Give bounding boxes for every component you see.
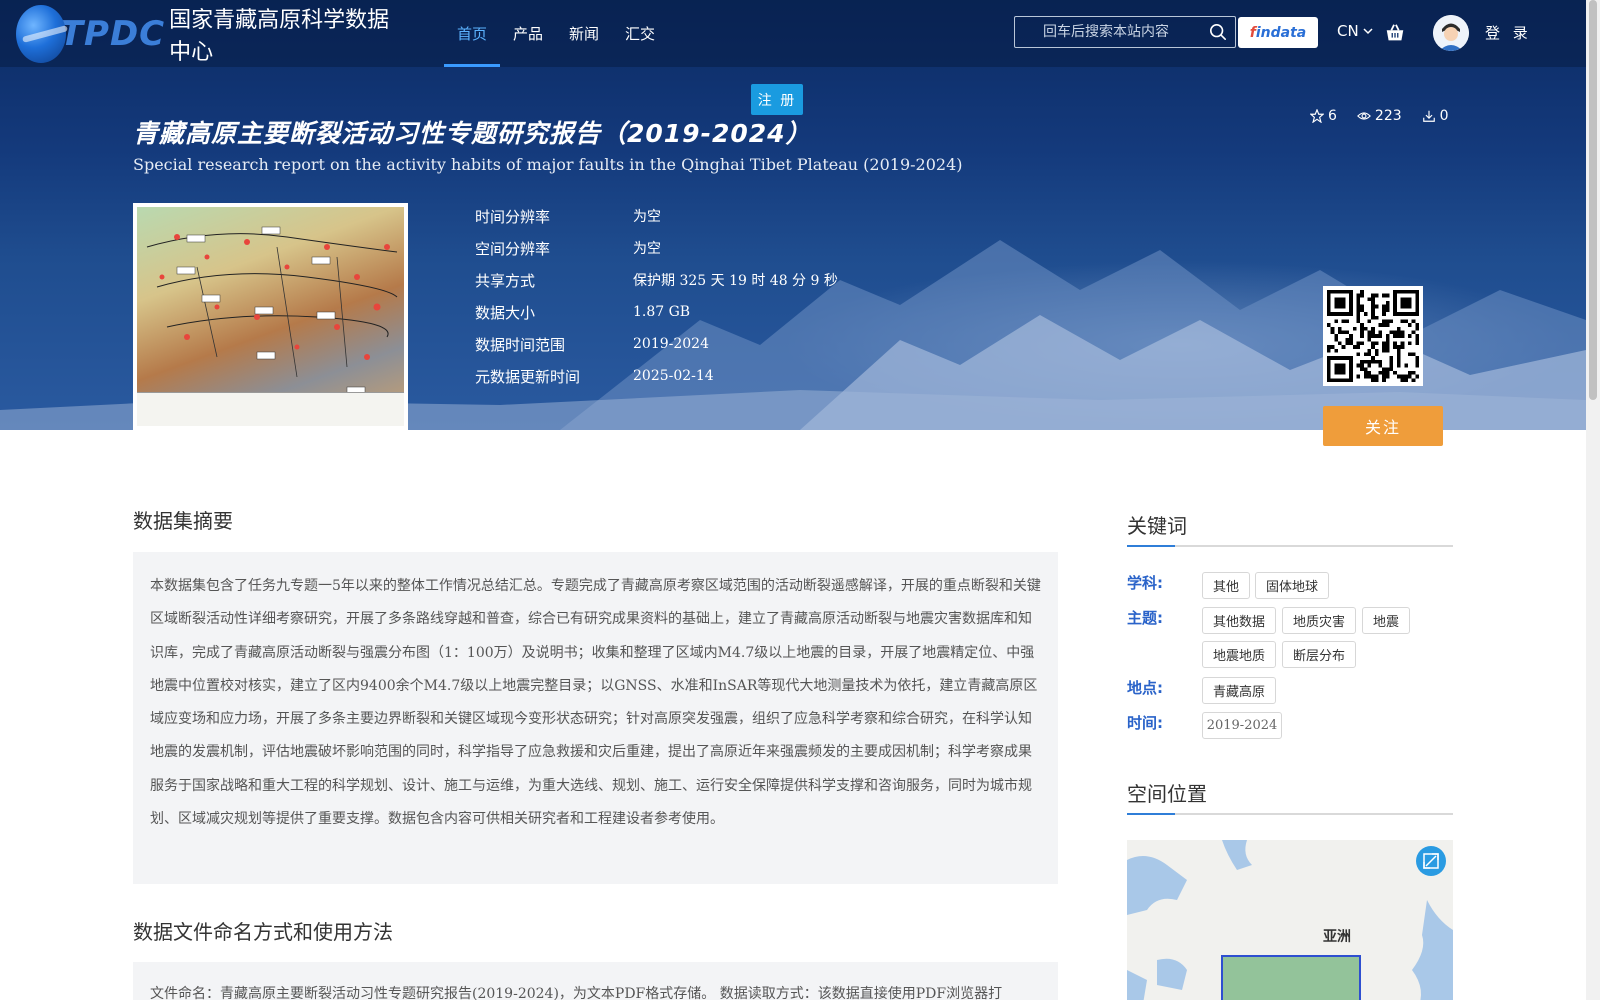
dataset-thumbnail[interactable] [133,203,408,430]
spatial-title: 空间位置 [1127,782,1207,806]
language-label: CN [1337,22,1359,40]
abstract-box: 本数据集包含了任务九专题一5年以来的整体工作情况总结汇总。专题完成了青藏高原考察… [133,552,1058,884]
user-avatar-icon [1433,15,1469,51]
basket-icon[interactable] [1384,22,1406,44]
views-count: 223 [1374,108,1402,124]
meta-row: 数据时间范围 2019-2024 [475,328,838,360]
file-naming-text: 文件命名：青藏高原主要断裂活动习性专题研究报告(2019-2024)，为文本PD… [150,986,1003,1000]
meta-row: 共享方式 保护期 325 天 19 时 48 分 9 秒 [475,264,838,296]
avatar[interactable] [1433,15,1469,51]
scrollbar-thumb[interactable] [1589,0,1597,400]
meta-value: 为空 [633,209,661,225]
stat-views: 223 [1356,108,1402,124]
search-icon[interactable] [1209,23,1227,41]
meta-value: 2019-2024 [633,336,709,352]
meta-label: 时间分辨率 [475,207,551,226]
star-icon [1310,109,1324,123]
keyword-tag[interactable]: 地质灾害 [1282,607,1356,634]
search-input[interactable] [1015,24,1195,40]
meta-label: 数据时间范围 [475,335,566,354]
follow-button[interactable]: 关注 [1323,406,1443,446]
chevron-down-icon [1363,28,1373,35]
meta-value: 2025-02-14 [633,368,714,384]
login-link[interactable]: 登 录 [1485,22,1532,43]
site-logo[interactable]: TPDC 国家青藏高原科学数据中心 [16,2,396,65]
dataset-stats: 6 223 0 [1310,108,1449,124]
meta-value: 1.87 GB [633,304,691,320]
qr-code-icon [1327,290,1419,382]
meta-label: 元数据更新时间 [475,367,581,386]
findata-button[interactable]: f indata [1238,17,1318,48]
subject-label: 学科: [1127,574,1163,592]
download-icon [1422,110,1435,122]
keyword-tag[interactable]: 其他数据 [1202,607,1276,634]
keyword-tag[interactable]: 2019-2024 [1202,712,1282,739]
main-nav: 首页 产品 新闻 汇交 [444,0,668,67]
nav-news[interactable]: 新闻 [556,0,612,67]
keywords-title: 关键词 [1127,514,1187,538]
time-label: 时间: [1127,714,1163,732]
meta-value: 保护期 325 天 19 时 48 分 9 秒 [633,273,838,289]
keyword-tag[interactable]: 固体地球 [1255,572,1329,599]
abstract-text: 本数据集包含了任务九专题一5年以来的整体工作情况总结汇总。专题完成了青藏高原考察… [150,578,1041,828]
register-button[interactable]: 注 册 [751,84,803,115]
meta-label: 共享方式 [475,271,536,290]
meta-row: 时间分辨率 为空 [475,200,838,232]
meta-label: 数据大小 [475,303,536,322]
search-box [1014,16,1236,48]
theme-label: 主题: [1127,609,1163,627]
map-asia-label: 亚洲 [1323,929,1351,945]
dataset-title-cn: 青藏高原主要断裂活动习性专题研究报告（2019-2024） [133,119,812,148]
keywords-divider [1127,545,1453,547]
study-area-rectangle [1221,955,1361,1000]
stat-stars[interactable]: 6 [1310,108,1337,124]
meta-row: 元数据更新时间 2025-02-14 [475,360,838,392]
logo-tpdc-text: TPDC [59,13,166,54]
nav-submit[interactable]: 汇交 [612,0,668,67]
meta-row: 空间分辨率 为空 [475,232,838,264]
abstract-title: 数据集摘要 [133,509,233,533]
stars-count: 6 [1328,108,1337,124]
qr-code [1323,286,1423,386]
eye-icon [1356,112,1371,120]
findata-rest: indata [1255,24,1307,41]
fullscreen-icon[interactable] [1416,846,1446,876]
file-naming-title: 数据文件命名方式和使用方法 [133,920,393,944]
keyword-tag[interactable]: 青藏高原 [1202,677,1276,704]
dataset-title-en: Special research report on the activity … [133,155,963,174]
downloads-count: 0 [1439,108,1449,124]
page-scrollbar[interactable] [1586,0,1600,1000]
top-navbar: TPDC 国家青藏高原科学数据中心 首页 产品 新闻 汇交 findata CN [0,0,1586,67]
fault-map-image [137,207,404,426]
stat-downloads: 0 [1422,108,1449,124]
logo-cn-text: 国家青藏高原科学数据中心 [169,7,390,65]
nav-products[interactable]: 产品 [500,0,556,67]
meta-value: 为空 [633,241,661,257]
meta-row: 数据大小 1.87 GB [475,296,838,328]
globe-logo-icon [16,4,66,63]
nav-home[interactable]: 首页 [444,0,501,67]
language-switcher[interactable]: CN [1337,22,1374,40]
map-legend [137,392,404,426]
meta-label: 空间分辨率 [475,239,551,258]
keyword-tag[interactable]: 地震 [1362,607,1410,634]
file-naming-box: 文件命名：青藏高原主要断裂活动习性专题研究报告(2019-2024)，为文本PD… [133,962,1058,1000]
dataset-metadata: 时间分辨率 为空 空间分辨率 为空 共享方式 保护期 325 天 19 时 48… [475,200,838,392]
spatial-divider [1127,813,1453,815]
keyword-tag[interactable]: 地震地质 [1202,641,1276,668]
place-label: 地点: [1127,679,1163,697]
keyword-tag[interactable]: 其他 [1202,572,1250,599]
keyword-tag[interactable]: 断层分布 [1282,641,1356,668]
